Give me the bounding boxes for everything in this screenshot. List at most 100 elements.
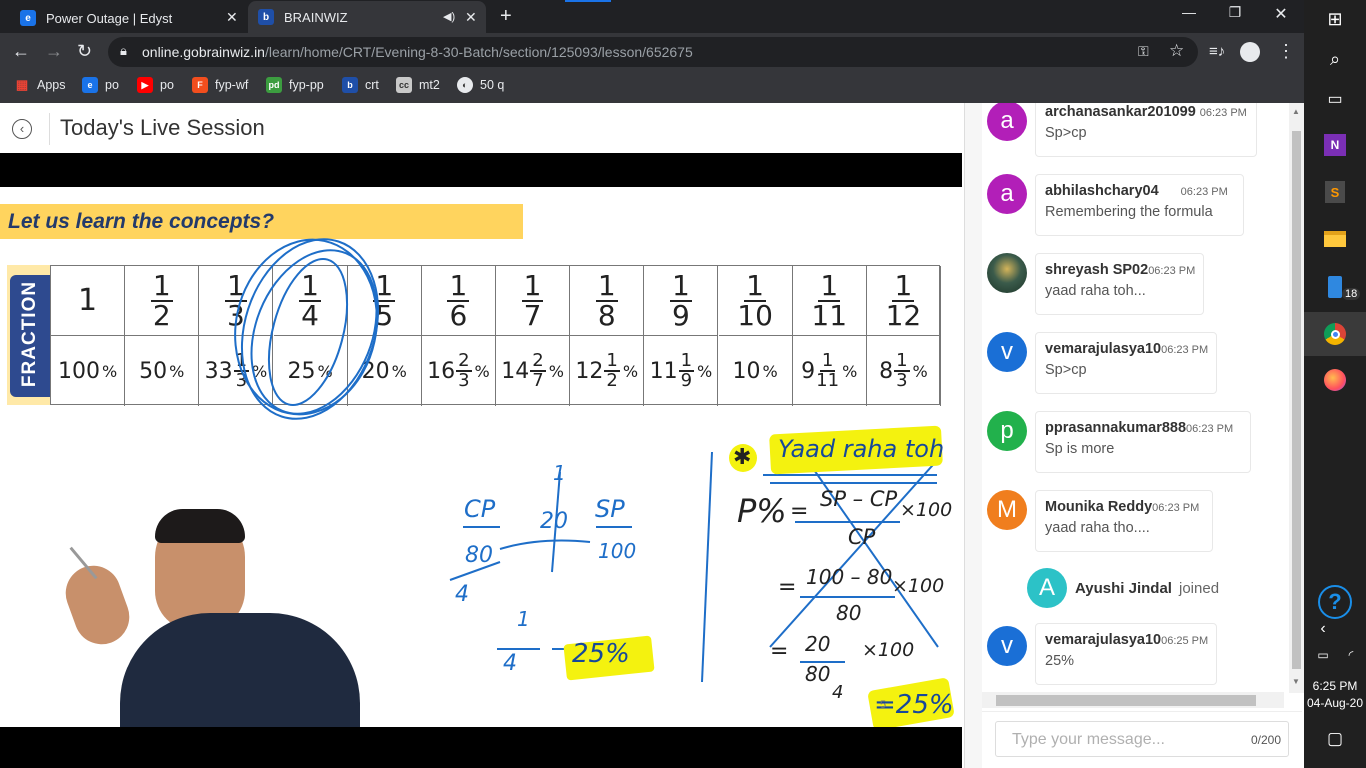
hw-eq3: =	[770, 639, 789, 664]
maximize-button[interactable]: ❐	[1212, 4, 1258, 21]
hw-eq2-num: 100 – 80	[806, 565, 893, 589]
hw-p-percent: P%	[737, 492, 787, 530]
reload-icon[interactable]: ↻	[77, 41, 92, 62]
close-window-button[interactable]: ✕	[1258, 4, 1304, 24]
username: Mounika Reddy	[1045, 499, 1153, 515]
username: vemarajulasya10	[1045, 341, 1162, 357]
char-count: 0/200	[1250, 733, 1281, 747]
search-icon[interactable]: ⌕	[1318, 42, 1352, 76]
brainwiz-icon: b	[258, 9, 274, 25]
key-icon[interactable]: ⚿	[1138, 43, 1149, 60]
onenote-icon[interactable]: N	[1318, 128, 1352, 162]
chat-message: p pprasannakumar88806:23 PM Sp is more	[964, 411, 1294, 481]
picture-icon: pd	[266, 77, 282, 93]
clock[interactable]: 6:25 PM 04-Aug-20	[1304, 679, 1366, 710]
lock-icon: 🔒︎	[120, 43, 127, 58]
presenter-shirt	[120, 613, 360, 727]
bookmark-crt[interactable]: b crt	[342, 77, 379, 93]
message-text: Remembering the formula	[1045, 204, 1213, 220]
hw-four: 4	[455, 582, 469, 607]
profile-avatar-icon[interactable]	[1240, 42, 1260, 62]
hw-eq2-den: 80	[836, 601, 862, 625]
avatar: v	[987, 332, 1027, 372]
sublime-icon[interactable]: S	[1318, 175, 1352, 209]
bookmark-po-youtube[interactable]: ▶ po	[137, 77, 174, 93]
firefox-icon[interactable]	[1318, 363, 1352, 397]
tab-title: BRAINWIZ	[284, 9, 348, 25]
scroll-up-icon[interactable]: ▲	[1292, 107, 1300, 116]
message-bubble: shreyash SP0206:23 PM yaad raha toh...	[1035, 253, 1204, 315]
close-tab-icon[interactable]: ✕	[465, 9, 477, 26]
bookmark-po[interactable]: e po	[82, 77, 119, 93]
timestamp: 06:23 PM	[1180, 186, 1228, 198]
bookmark-fyp-wf[interactable]: Ffyp-wf	[192, 77, 248, 93]
chat-hscroll-thumb[interactable]	[996, 695, 1256, 706]
chat-panel: a archanasankar201099 06:23 PM Sp>cp a ab…	[964, 103, 1304, 768]
hw-eq1: =	[790, 499, 809, 524]
hw-times100-2: ×100	[892, 575, 945, 597]
hw-twenty: 20	[540, 509, 568, 534]
back-icon[interactable]: ←	[12, 41, 30, 62]
scroll-down-icon[interactable]: ▼	[1292, 677, 1300, 686]
live-video-player[interactable]: Let us learn the concepts? FRACTION 1121…	[0, 153, 962, 768]
new-tab-button[interactable]: +	[500, 5, 512, 28]
chat-message: a archanasankar201099 06:23 PM Sp>cp	[964, 103, 1294, 165]
message-bubble: abhilashchary04 06:23 PM Remembering the …	[1035, 174, 1244, 236]
task-view-icon[interactable]: ▭	[1318, 82, 1352, 116]
chat-scrollbar[interactable]: ▲ ▼	[1289, 103, 1304, 693]
hw-eq2: =	[778, 575, 797, 600]
message-input[interactable]: Type your message... 0/200	[995, 721, 1289, 757]
back-circle-icon[interactable]: ‹	[12, 119, 32, 139]
message-text: Sp>cp	[1045, 125, 1087, 141]
action-center-icon[interactable]: ▢	[1318, 722, 1352, 756]
bookmark-50q[interactable]: ◐ 50 q	[457, 77, 504, 93]
clock-time: 6:25 PM	[1312, 679, 1358, 693]
close-tab-icon[interactable]: ✕	[226, 9, 238, 26]
chrome-icon[interactable]	[1318, 317, 1352, 351]
bookmark-fyp-pp[interactable]: pd fyp-pp	[266, 77, 324, 93]
address-bar[interactable]: 🔒︎ online.gobrainwiz.in/learn/home/CRT/E…	[108, 37, 1198, 67]
edyst-icon: e	[82, 77, 98, 93]
cc-icon: cc	[396, 77, 412, 93]
bookmark-apps[interactable]: ▦ Apps	[14, 77, 66, 93]
youtube-icon: ▶	[137, 77, 153, 93]
chat-scroll-thumb[interactable]	[1292, 131, 1301, 669]
hw-sp: SP	[595, 495, 625, 523]
clock-date: 04-Aug-20	[1306, 696, 1364, 710]
chat-message: v vemarajulasya1006:25 PM 25%	[964, 623, 1294, 693]
presentation-slide: Let us learn the concepts? FRACTION 1121…	[0, 187, 962, 727]
message-text: 25%	[1045, 653, 1075, 669]
timestamp: 06:23 PM	[1186, 423, 1234, 435]
avatar: v	[987, 626, 1027, 666]
tab-power-outage[interactable]: e Power Outage | Edyst	[10, 3, 245, 33]
edyst-icon: e	[20, 10, 36, 26]
avatar: A	[1027, 568, 1067, 608]
hw-quarter-den: 4	[503, 651, 517, 676]
avatar: a	[987, 174, 1027, 214]
username: vemarajulasya10	[1045, 632, 1162, 648]
brainwiz-icon: b	[342, 77, 358, 93]
avatar	[987, 253, 1027, 293]
windows-start-icon[interactable]: ⊞	[1318, 2, 1352, 36]
media-control-icon[interactable]: ≡♪	[1209, 43, 1225, 60]
minimize-button[interactable]: —	[1166, 4, 1212, 20]
lesson-page: ‹ Today's Live Session Let us learn the …	[0, 103, 964, 768]
chat-hscrollbar[interactable]	[982, 692, 1284, 708]
bookmark-mt2[interactable]: cc mt2	[396, 77, 440, 93]
file-explorer-icon[interactable]	[1318, 222, 1352, 256]
browser-toolbar: ← → ↻ 🔒︎ online.gobrainwiz.in/learn/home…	[0, 33, 1304, 71]
browser-chrome: e Power Outage | Edyst ✕ b BRAINWIZ ◀) ✕…	[0, 0, 1304, 103]
wifi-icon[interactable]: ◜	[1334, 638, 1366, 672]
speaker-icon[interactable]: ◀)	[443, 10, 455, 23]
username: abhilashchary04	[1045, 183, 1159, 199]
avatar: a	[987, 103, 1027, 141]
timestamp: 06:23 PM	[1152, 502, 1200, 514]
forward-icon[interactable]: →	[45, 41, 63, 62]
timestamp: 06:25 PM	[1161, 635, 1209, 647]
hw-yaad: Yaad raha toh	[778, 435, 945, 463]
bookmark-star-icon[interactable]: ☆	[1169, 41, 1184, 61]
message-text: yaad raha tho....	[1045, 520, 1150, 536]
globe-icon: ◐	[457, 77, 473, 93]
phone-app-icon[interactable]: 18	[1318, 270, 1361, 304]
menu-kebab-icon[interactable]: ⋮	[1277, 41, 1295, 62]
